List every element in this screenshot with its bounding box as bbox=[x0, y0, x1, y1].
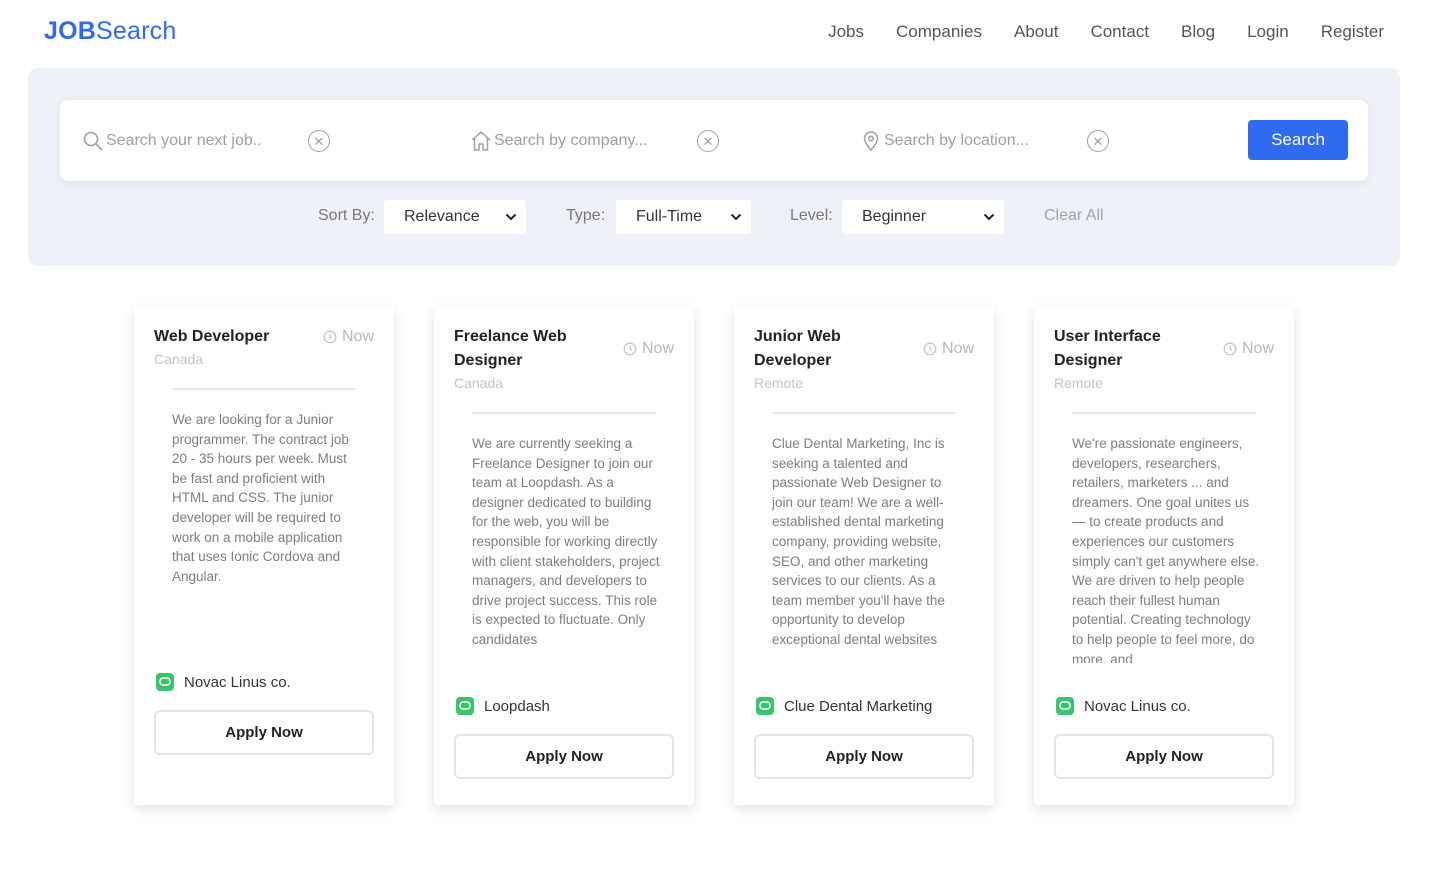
company-name: Clue Dental Marketing bbox=[784, 697, 933, 715]
nav-jobs[interactable]: Jobs bbox=[828, 22, 864, 42]
company-search-input[interactable] bbox=[494, 131, 684, 150]
level-select[interactable]: Beginner bbox=[842, 200, 1004, 234]
clear-company-icon[interactable]: ✕ bbox=[697, 130, 719, 152]
divider bbox=[772, 412, 956, 414]
job-time-label: Now bbox=[341, 328, 374, 345]
sort-select[interactable]: Relevance bbox=[384, 200, 526, 234]
clear-all-button[interactable]: Clear All bbox=[1044, 207, 1104, 225]
nav-about[interactable]: About bbox=[1014, 22, 1058, 42]
job-search-field bbox=[82, 100, 296, 181]
clock-icon bbox=[1223, 342, 1237, 356]
search-button[interactable]: Search bbox=[1248, 120, 1348, 160]
sort-label: Sort By: bbox=[318, 207, 375, 224]
job-title[interactable]: Web Developer bbox=[154, 325, 304, 349]
job-title[interactable]: User Interface Designer bbox=[1054, 325, 1204, 373]
job-description: We are currently seeking a Freelance Des… bbox=[472, 436, 660, 647]
chevron-down-icon bbox=[983, 213, 995, 221]
chevron-down-icon bbox=[505, 213, 517, 221]
divider bbox=[472, 412, 656, 414]
job-location: Canada bbox=[454, 375, 504, 391]
location-search-input[interactable] bbox=[884, 131, 1074, 150]
location-search-field bbox=[860, 100, 1074, 181]
nav-register[interactable]: Register bbox=[1321, 22, 1384, 42]
job-time: Now bbox=[323, 328, 374, 346]
job-time: Now bbox=[623, 340, 674, 358]
type-select[interactable]: Full-Time bbox=[616, 200, 751, 234]
job-description: We're passionate engineers, developers, … bbox=[1072, 436, 1260, 663]
job-location: Remote bbox=[754, 375, 804, 391]
apply-now-button[interactable]: Apply Now bbox=[154, 710, 374, 755]
search-box: ✕ ✕ ✕ Search bbox=[60, 100, 1368, 181]
job-title[interactable]: Freelance Web Designer bbox=[454, 325, 604, 373]
clear-location-icon[interactable]: ✕ bbox=[1087, 130, 1109, 152]
divider bbox=[172, 388, 356, 390]
company-row: Novac Linus co. bbox=[1056, 697, 1191, 715]
chevron-down-icon bbox=[730, 213, 742, 221]
company-row: Novac Linus co. bbox=[156, 673, 291, 691]
apply-now-button[interactable]: Apply Now bbox=[454, 734, 674, 779]
company-chat-icon bbox=[756, 697, 774, 715]
job-time-label: Now bbox=[1241, 340, 1274, 357]
company-chat-icon bbox=[456, 697, 474, 715]
company-chat-icon bbox=[1056, 697, 1074, 715]
nav-blog[interactable]: Blog bbox=[1181, 22, 1215, 42]
apply-now-button[interactable]: Apply Now bbox=[754, 734, 974, 779]
search-panel: ✕ ✕ ✕ Search Sort By: Relevance Type: Fu… bbox=[28, 68, 1400, 266]
filters-bar: Sort By: Relevance Type: Full-Time Level… bbox=[28, 200, 1400, 234]
job-description: Clue Dental Marketing, Inc is seeking a … bbox=[772, 436, 945, 647]
logo[interactable]: JOBSearch bbox=[44, 17, 176, 46]
home-icon bbox=[470, 130, 492, 152]
clock-icon bbox=[623, 342, 637, 356]
logo-bold: JOB bbox=[44, 17, 97, 45]
job-time-label: Now bbox=[641, 340, 674, 357]
type-value: Full-Time bbox=[636, 208, 703, 225]
level-label: Level: bbox=[790, 207, 833, 224]
job-card: Web Developer Now Canada We are looking … bbox=[134, 307, 394, 805]
apply-now-button[interactable]: Apply Now bbox=[1054, 734, 1274, 779]
divider bbox=[1072, 412, 1256, 414]
type-label: Type: bbox=[566, 207, 606, 224]
job-location: Canada bbox=[154, 351, 204, 367]
job-title[interactable]: Junior Web Developer bbox=[754, 325, 904, 373]
sort-value: Relevance bbox=[404, 208, 480, 225]
job-description: We are looking for a Junior programmer. … bbox=[172, 412, 349, 584]
clear-job-icon[interactable]: ✕ bbox=[308, 130, 330, 152]
nav-login[interactable]: Login bbox=[1247, 22, 1289, 42]
company-search-field bbox=[470, 100, 684, 181]
job-time: Now bbox=[923, 340, 974, 358]
company-row: Clue Dental Marketing bbox=[756, 697, 932, 715]
company-row: Loopdash bbox=[456, 697, 550, 715]
job-search-input[interactable] bbox=[106, 131, 296, 150]
clock-icon bbox=[923, 342, 937, 356]
nav-companies[interactable]: Companies bbox=[896, 22, 982, 42]
level-value: Beginner bbox=[862, 208, 927, 225]
company-name: Loopdash bbox=[484, 697, 550, 715]
job-card: User Interface Designer Now Remote We're… bbox=[1034, 307, 1294, 805]
company-chat-icon bbox=[156, 673, 174, 691]
main-nav: Jobs Companies About Contact Blog Login … bbox=[828, 22, 1384, 42]
job-card: Junior Web Developer Now Remote Clue Den… bbox=[734, 307, 994, 805]
logo-light: Search bbox=[96, 17, 177, 45]
location-pin-icon bbox=[860, 130, 882, 152]
company-name: Novac Linus co. bbox=[1084, 697, 1191, 715]
header: JOBSearch Jobs Companies About Contact B… bbox=[0, 0, 1429, 68]
job-location: Remote bbox=[1054, 375, 1104, 391]
job-time-label: Now bbox=[941, 340, 974, 357]
clock-icon bbox=[323, 330, 337, 344]
nav-contact[interactable]: Contact bbox=[1090, 22, 1149, 42]
company-name: Novac Linus co. bbox=[184, 673, 291, 691]
job-card: Freelance Web Designer Now Canada We are… bbox=[434, 307, 694, 805]
job-time: Now bbox=[1223, 340, 1274, 358]
search-icon bbox=[82, 130, 104, 152]
